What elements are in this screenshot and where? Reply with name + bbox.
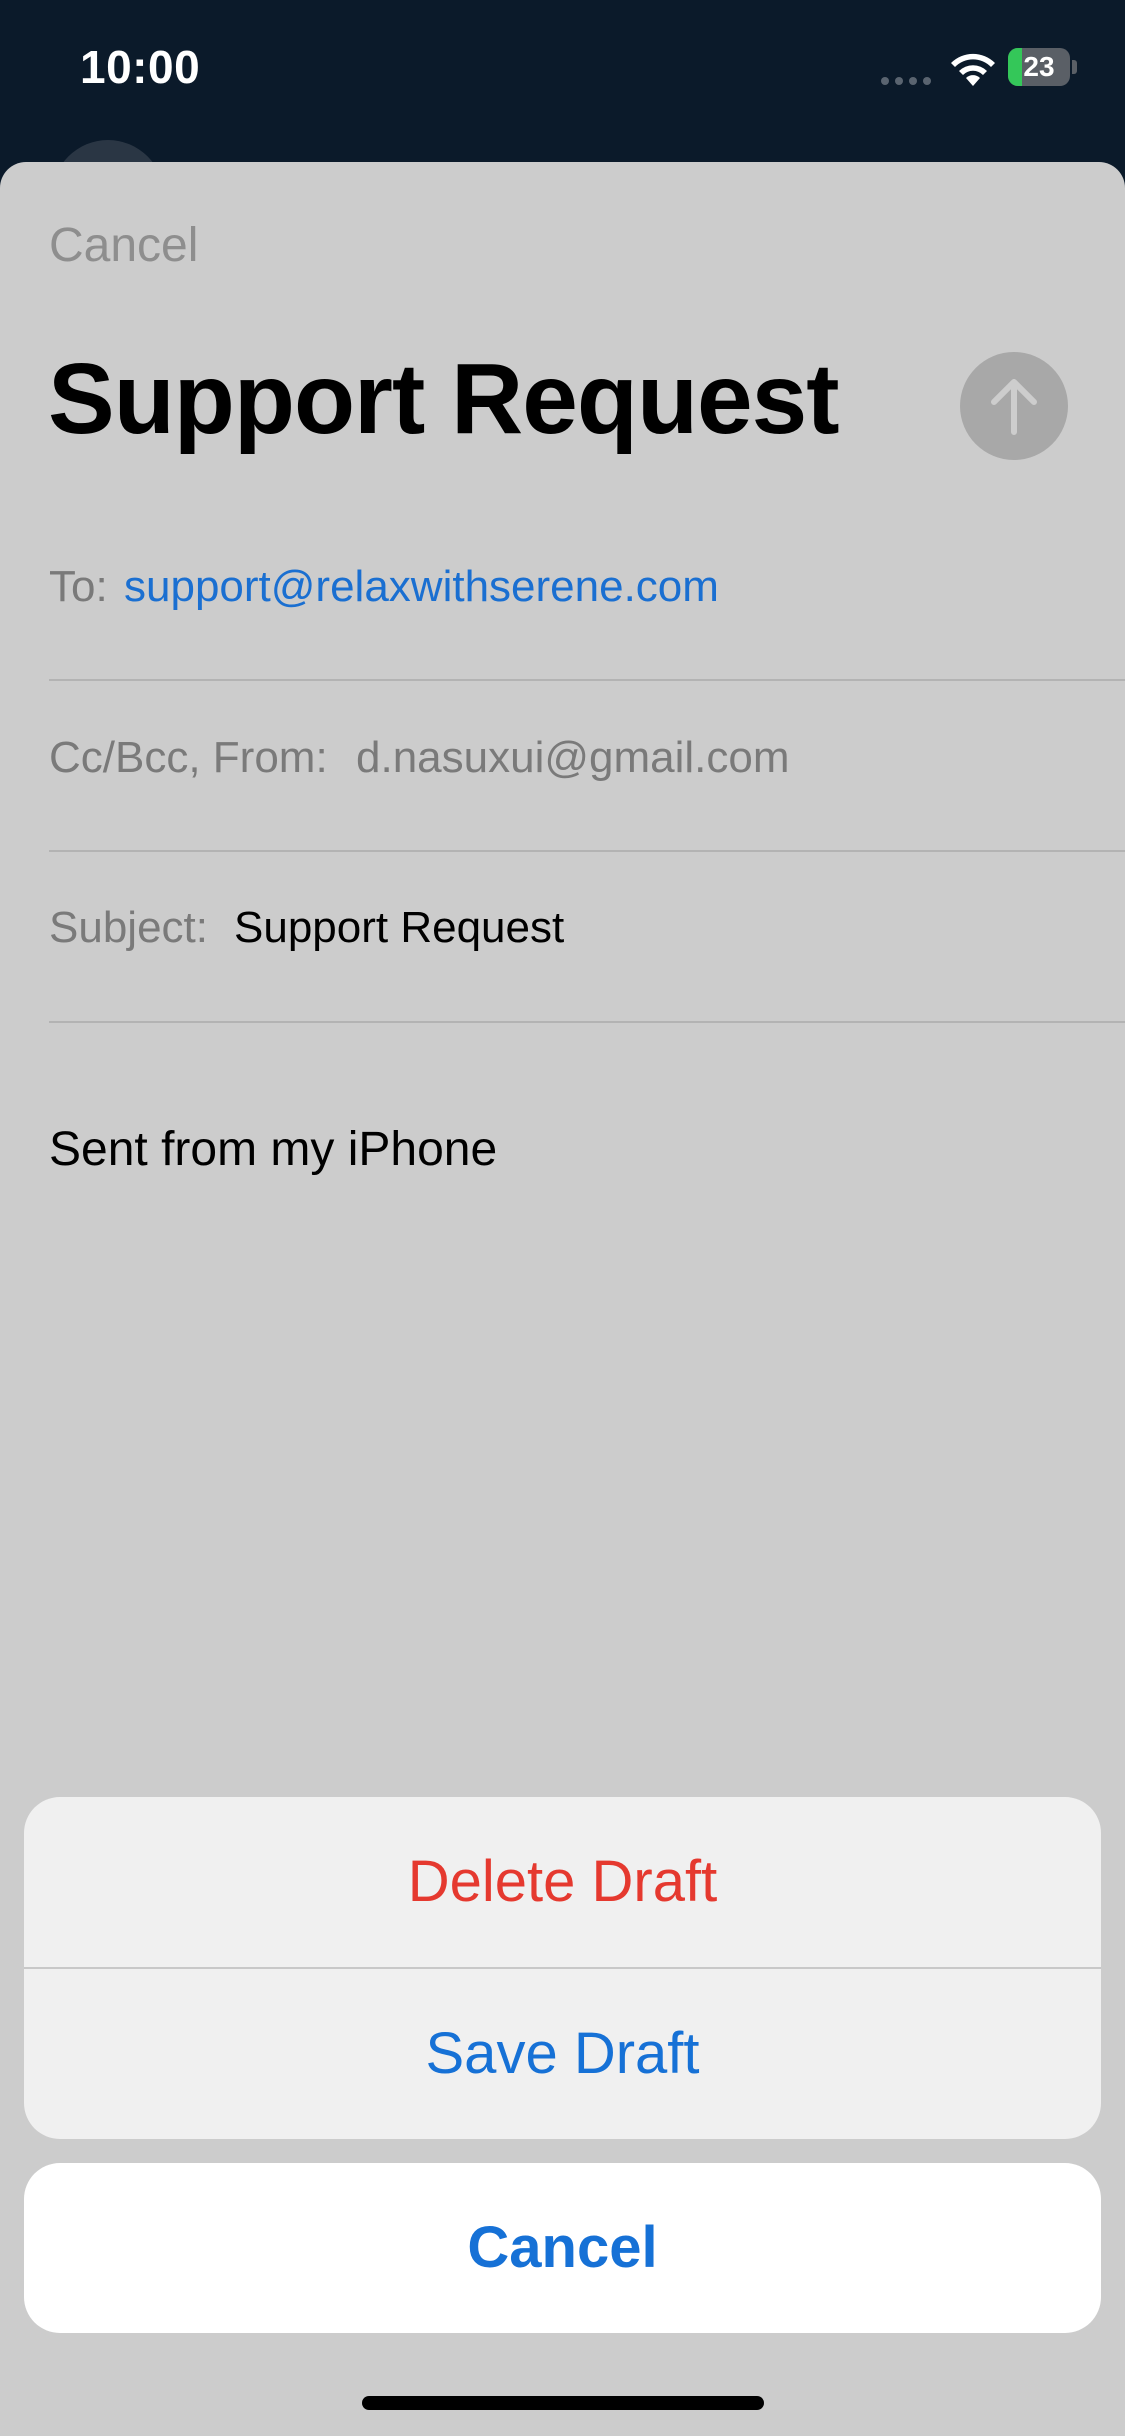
message-body[interactable]: Sent from my iPhone [49, 1122, 497, 1177]
delete-draft-button[interactable]: Delete Draft [24, 1797, 1101, 1967]
to-recipient[interactable]: support@relaxwithserene.com [124, 562, 719, 612]
battery-level: 23 [1023, 51, 1055, 82]
save-draft-button[interactable]: Save Draft [24, 1969, 1101, 2139]
draft-action-group: Delete Draft Save Draft [24, 1797, 1101, 2139]
compose-title: Support Request [48, 343, 840, 455]
to-label: To: [49, 562, 108, 611]
status-bar: 10:00 23 [0, 0, 1125, 140]
home-indicator[interactable] [362, 2396, 764, 2410]
ccbcc-from-label[interactable]: Cc/Bcc, From: [49, 733, 328, 783]
divider [49, 679, 1125, 681]
divider [49, 1021, 1125, 1023]
wifi-icon [951, 53, 995, 86]
compose-cancel-button[interactable]: Cancel [49, 218, 198, 273]
from-address[interactable]: d.nasuxui@gmail.com [356, 733, 790, 783]
divider [49, 850, 1125, 852]
battery-icon: 23 [1008, 48, 1078, 86]
cellular-signal-icon [881, 77, 931, 85]
send-button[interactable] [960, 352, 1068, 460]
arrow-up-icon [991, 379, 1037, 435]
action-cancel-button[interactable]: Cancel [24, 2163, 1101, 2333]
screen: 10:00 23 Cancel Support Request To: supp… [0, 0, 1125, 2436]
subject-label: Subject: [49, 903, 208, 952]
subject-field[interactable]: Support Request [234, 903, 564, 953]
status-time: 10:00 [80, 41, 201, 93]
